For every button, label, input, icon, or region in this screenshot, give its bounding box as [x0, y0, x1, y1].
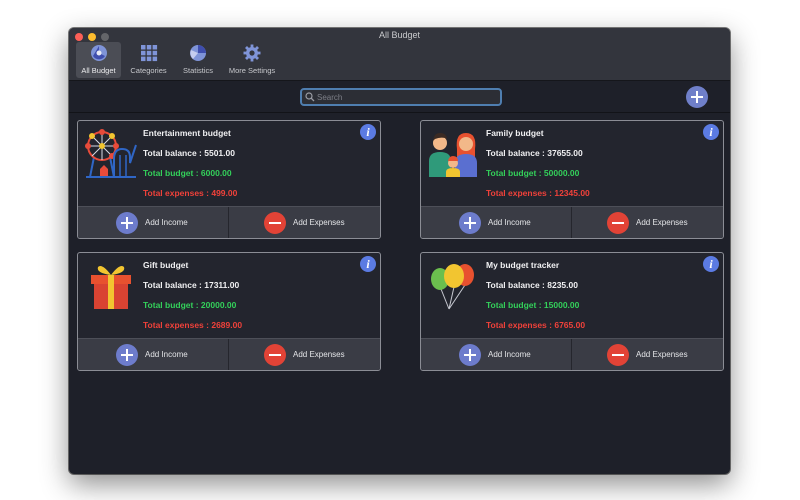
card-actions: Add Income Add Expenses [421, 206, 723, 238]
info-icon[interactable]: i [360, 256, 376, 272]
window-title: All Budget [378, 30, 421, 40]
plus-circle-icon [116, 344, 138, 366]
add-expenses-label: Add Expenses [636, 218, 688, 227]
gift-icon [91, 266, 131, 309]
titlebar: All Budget All Budget Categories Statist… [69, 28, 730, 81]
add-income-label: Add Income [145, 350, 188, 359]
search-field[interactable] [300, 88, 502, 106]
add-income-button[interactable]: Add Income [421, 207, 572, 238]
info-icon[interactable]: i [703, 256, 719, 272]
info-icon[interactable]: i [703, 124, 719, 140]
app-window: All Budget All Budget Categories Statist… [69, 28, 730, 474]
card-actions: Add Income Add Expenses [78, 338, 380, 370]
total-expenses: Total expenses : 12345.00 [486, 188, 590, 198]
add-income-label: Add Income [145, 218, 188, 227]
search-input[interactable] [317, 90, 495, 104]
add-expenses-button[interactable]: Add Expenses [572, 207, 722, 238]
minus-circle-icon [607, 344, 629, 366]
search-bar-area [69, 81, 730, 113]
add-income-label: Add Income [488, 218, 531, 227]
info-icon[interactable]: i [360, 124, 376, 140]
total-balance: Total balance : 17311.00 [143, 280, 240, 290]
search-icon [305, 92, 315, 102]
budget-card[interactable]: Gift budget Total balance : 17311.00 Tot… [77, 252, 381, 371]
total-expenses: Total expenses : 6765.00 [486, 320, 586, 330]
categories-grid-icon [140, 45, 157, 62]
budget-card[interactable]: My budget tracker Total balance : 8235.0… [420, 252, 724, 371]
total-balance: Total balance : 8235.00 [486, 280, 578, 290]
total-budget: Total budget : 15000.00 [486, 300, 580, 310]
budget-card[interactable]: Family budget Total balance : 37655.00 T… [420, 120, 724, 239]
minus-circle-icon [264, 212, 286, 234]
balloons-icon [431, 264, 474, 310]
tab-label: Statistics [182, 66, 213, 75]
tab-statistics[interactable]: Statistics [176, 42, 220, 78]
add-expenses-label: Add Expenses [293, 350, 345, 359]
add-income-button[interactable]: Add Income [78, 207, 229, 238]
total-balance: Total balance : 37655.00 [486, 148, 583, 158]
minus-circle-icon [264, 344, 286, 366]
minus-circle-icon [607, 212, 629, 234]
total-budget: Total budget : 50000.00 [486, 168, 580, 178]
family-icon [429, 133, 477, 177]
add-income-button[interactable]: Add Income [78, 339, 229, 370]
tab-categories[interactable]: Categories [126, 42, 171, 78]
budget-name: Family budget [486, 128, 544, 138]
add-expenses-label: Add Expenses [636, 350, 688, 359]
tab-all-budget[interactable]: All Budget [76, 42, 121, 78]
add-expenses-button[interactable]: Add Expenses [229, 207, 379, 238]
tab-label: All Budget [81, 66, 116, 75]
budget-card[interactable]: Entertainment budget Total balance : 550… [77, 120, 381, 239]
add-expenses-button[interactable]: Add Expenses [572, 339, 722, 370]
tab-more-settings[interactable]: More Settings [225, 42, 279, 78]
budget-name: Entertainment budget [143, 128, 231, 138]
gear-icon [243, 44, 261, 62]
add-income-label: Add Income [488, 350, 531, 359]
ferris-wheel-icon [85, 129, 137, 178]
card-actions: Add Income Add Expenses [421, 338, 723, 370]
plus-circle-icon [116, 212, 138, 234]
total-expenses: Total expenses : 2689.00 [143, 320, 243, 330]
plus-icon [691, 91, 703, 103]
card-actions: Add Income Add Expenses [78, 206, 380, 238]
budget-name: My budget tracker [486, 260, 560, 270]
total-budget: Total budget : 6000.00 [143, 168, 232, 178]
total-budget: Total budget : 20000.00 [143, 300, 237, 310]
add-expenses-button[interactable]: Add Expenses [229, 339, 379, 370]
tab-label: Categories [130, 66, 167, 75]
total-balance: Total balance : 5501.00 [143, 148, 235, 158]
add-budget-button[interactable] [686, 86, 708, 108]
budget-name: Gift budget [143, 260, 189, 270]
add-income-button[interactable]: Add Income [421, 339, 572, 370]
plus-circle-icon [459, 212, 481, 234]
add-expenses-label: Add Expenses [293, 218, 345, 227]
all-budget-icon [90, 45, 107, 61]
total-expenses: Total expenses : 499.00 [143, 188, 238, 198]
statistics-icon [190, 45, 206, 61]
tab-label: More Settings [228, 66, 276, 75]
plus-circle-icon [459, 344, 481, 366]
